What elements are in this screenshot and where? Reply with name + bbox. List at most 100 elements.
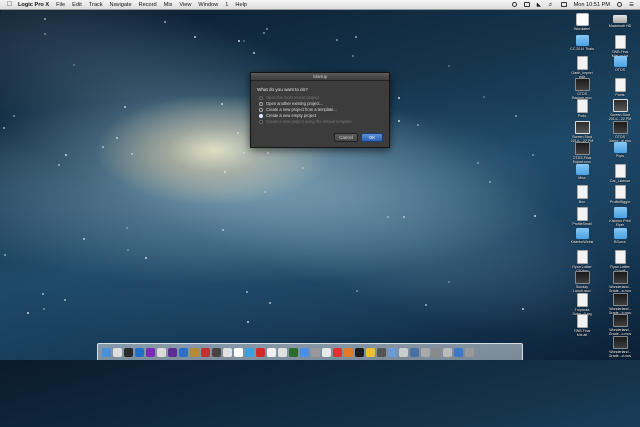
dock-app-icon[interactable] <box>333 347 342 357</box>
doc-icon <box>614 185 626 199</box>
dock-app-icon[interactable] <box>135 347 144 357</box>
dock-app-icon[interactable] <box>399 347 408 357</box>
star <box>221 103 223 105</box>
star <box>247 321 249 323</box>
dock-app-icon[interactable] <box>377 347 386 357</box>
dock-app-icon[interactable] <box>179 347 188 357</box>
star <box>532 154 534 156</box>
time-machine-icon[interactable] <box>511 2 517 7</box>
menu-bar:  Logic Pro X File Edit Track Navigate R… <box>0 0 640 10</box>
display-icon[interactable] <box>523 2 530 7</box>
desktop-icon-label: Car_License <box>609 178 631 183</box>
menu-window[interactable]: Window <box>198 2 218 8</box>
dock-app-icon[interactable] <box>234 347 243 357</box>
dock-app-icon[interactable] <box>465 347 474 357</box>
desktop-icon-31[interactable]: Wonderland - Grade...d.mov <box>605 334 635 362</box>
dock-app-icon[interactable] <box>355 347 364 357</box>
star <box>127 249 129 251</box>
dock-app-icon[interactable] <box>300 347 309 357</box>
star <box>124 106 126 108</box>
dock-app-icon[interactable] <box>223 347 232 357</box>
dock-app-icon[interactable] <box>311 347 320 357</box>
option-label: Create a new empty project <box>266 113 317 118</box>
menu-1[interactable]: 1 <box>225 2 228 8</box>
option-open-existing[interactable]: Open another existing project... <box>259 101 323 106</box>
desktop-icon-30[interactable]: EWB Final Mix.aif <box>567 312 597 340</box>
star <box>515 115 517 117</box>
dock-app-icon[interactable] <box>432 347 441 357</box>
movie-icon <box>612 271 628 284</box>
option-default-template[interactable]: Create a new project using the default t… <box>259 119 352 124</box>
disk-icon <box>613 15 627 23</box>
spotlight-icon[interactable] <box>616 2 622 7</box>
star <box>27 312 29 314</box>
dock-app-icon[interactable] <box>366 347 375 357</box>
dock-app-icon[interactable] <box>212 347 221 357</box>
menu-view[interactable]: View <box>179 2 191 8</box>
dock-app-icon[interactable] <box>388 347 397 357</box>
dock-app-icon[interactable] <box>289 347 298 357</box>
doc-icon <box>576 185 588 199</box>
radio-button-selected[interactable] <box>259 113 263 118</box>
menu-help[interactable]: Help <box>235 2 247 8</box>
dock-app-icon[interactable] <box>410 347 419 357</box>
movie-icon <box>574 271 590 284</box>
option-label: Create a new project using the default t… <box>266 119 352 124</box>
volume-icon[interactable]: ♬ <box>548 2 554 8</box>
dock-app-icon[interactable] <box>113 347 122 357</box>
dock-app-icon[interactable] <box>443 347 452 357</box>
ok-button[interactable]: OK <box>361 133 383 142</box>
app-menu[interactable]: Logic Pro X <box>18 2 49 8</box>
startup-dialog: Startup What do you want to do? Open the… <box>250 72 390 148</box>
radio-button[interactable] <box>259 107 263 112</box>
dock-app-icon[interactable] <box>102 347 111 357</box>
battery-icon[interactable] <box>560 2 567 7</box>
dock-app-icon[interactable] <box>454 347 463 357</box>
movie-icon <box>574 142 590 155</box>
dock-app-icon[interactable] <box>278 347 287 357</box>
star <box>222 229 224 231</box>
dock-app-icon[interactable] <box>322 347 331 357</box>
dock-app-icon[interactable] <box>421 347 430 357</box>
menu-file[interactable]: File <box>56 2 65 8</box>
star <box>194 36 196 38</box>
shot-icon <box>612 99 628 112</box>
menu-navigate[interactable]: Navigate <box>110 2 132 8</box>
dock-app-icon[interactable] <box>344 347 353 357</box>
menu-mix[interactable]: Mix <box>164 2 173 8</box>
notification-center-icon[interactable]: ☰ <box>629 2 634 8</box>
menu-edit[interactable]: Edit <box>72 2 82 8</box>
star <box>534 215 536 217</box>
option-open-recent[interactable]: Open the most recent project <box>259 95 319 100</box>
menu-record[interactable]: Record <box>139 2 157 8</box>
option-from-template[interactable]: Create a new project from a template... <box>259 107 337 112</box>
apple-menu-icon[interactable]:  <box>6 0 13 9</box>
dock-app-icon[interactable] <box>124 347 133 357</box>
menu-track[interactable]: Track <box>89 2 103 8</box>
menu-clock[interactable]: Mon 10:51 PM <box>574 2 610 8</box>
folder-icon <box>613 206 627 218</box>
dock-app-icon[interactable] <box>267 347 276 357</box>
star <box>477 162 479 164</box>
option-new-empty[interactable]: Create a new empty project <box>259 113 316 118</box>
folder-icon <box>613 228 627 239</box>
dock-app-icon[interactable] <box>256 347 265 357</box>
dock-app-icon[interactable] <box>245 347 254 357</box>
movie-icon <box>612 335 628 349</box>
desktop-icon-label: Pods <box>577 114 587 118</box>
dock-app-icon[interactable] <box>157 347 166 357</box>
cancel-button[interactable]: Cancel <box>334 133 358 142</box>
desktop-icon-label: Box <box>578 200 586 204</box>
dock-app-icon[interactable] <box>146 347 155 357</box>
star <box>448 65 450 67</box>
radio-button[interactable] <box>259 101 263 106</box>
star <box>243 152 245 154</box>
wifi-icon[interactable]: ◣ <box>537 2 541 8</box>
star <box>64 299 66 301</box>
dock-app-icon[interactable] <box>190 347 199 357</box>
dock-app-icon[interactable] <box>168 347 177 357</box>
radio-button[interactable] <box>259 119 263 124</box>
star <box>355 36 357 38</box>
radio-button[interactable] <box>259 95 263 100</box>
dock-app-icon[interactable] <box>201 347 210 357</box>
